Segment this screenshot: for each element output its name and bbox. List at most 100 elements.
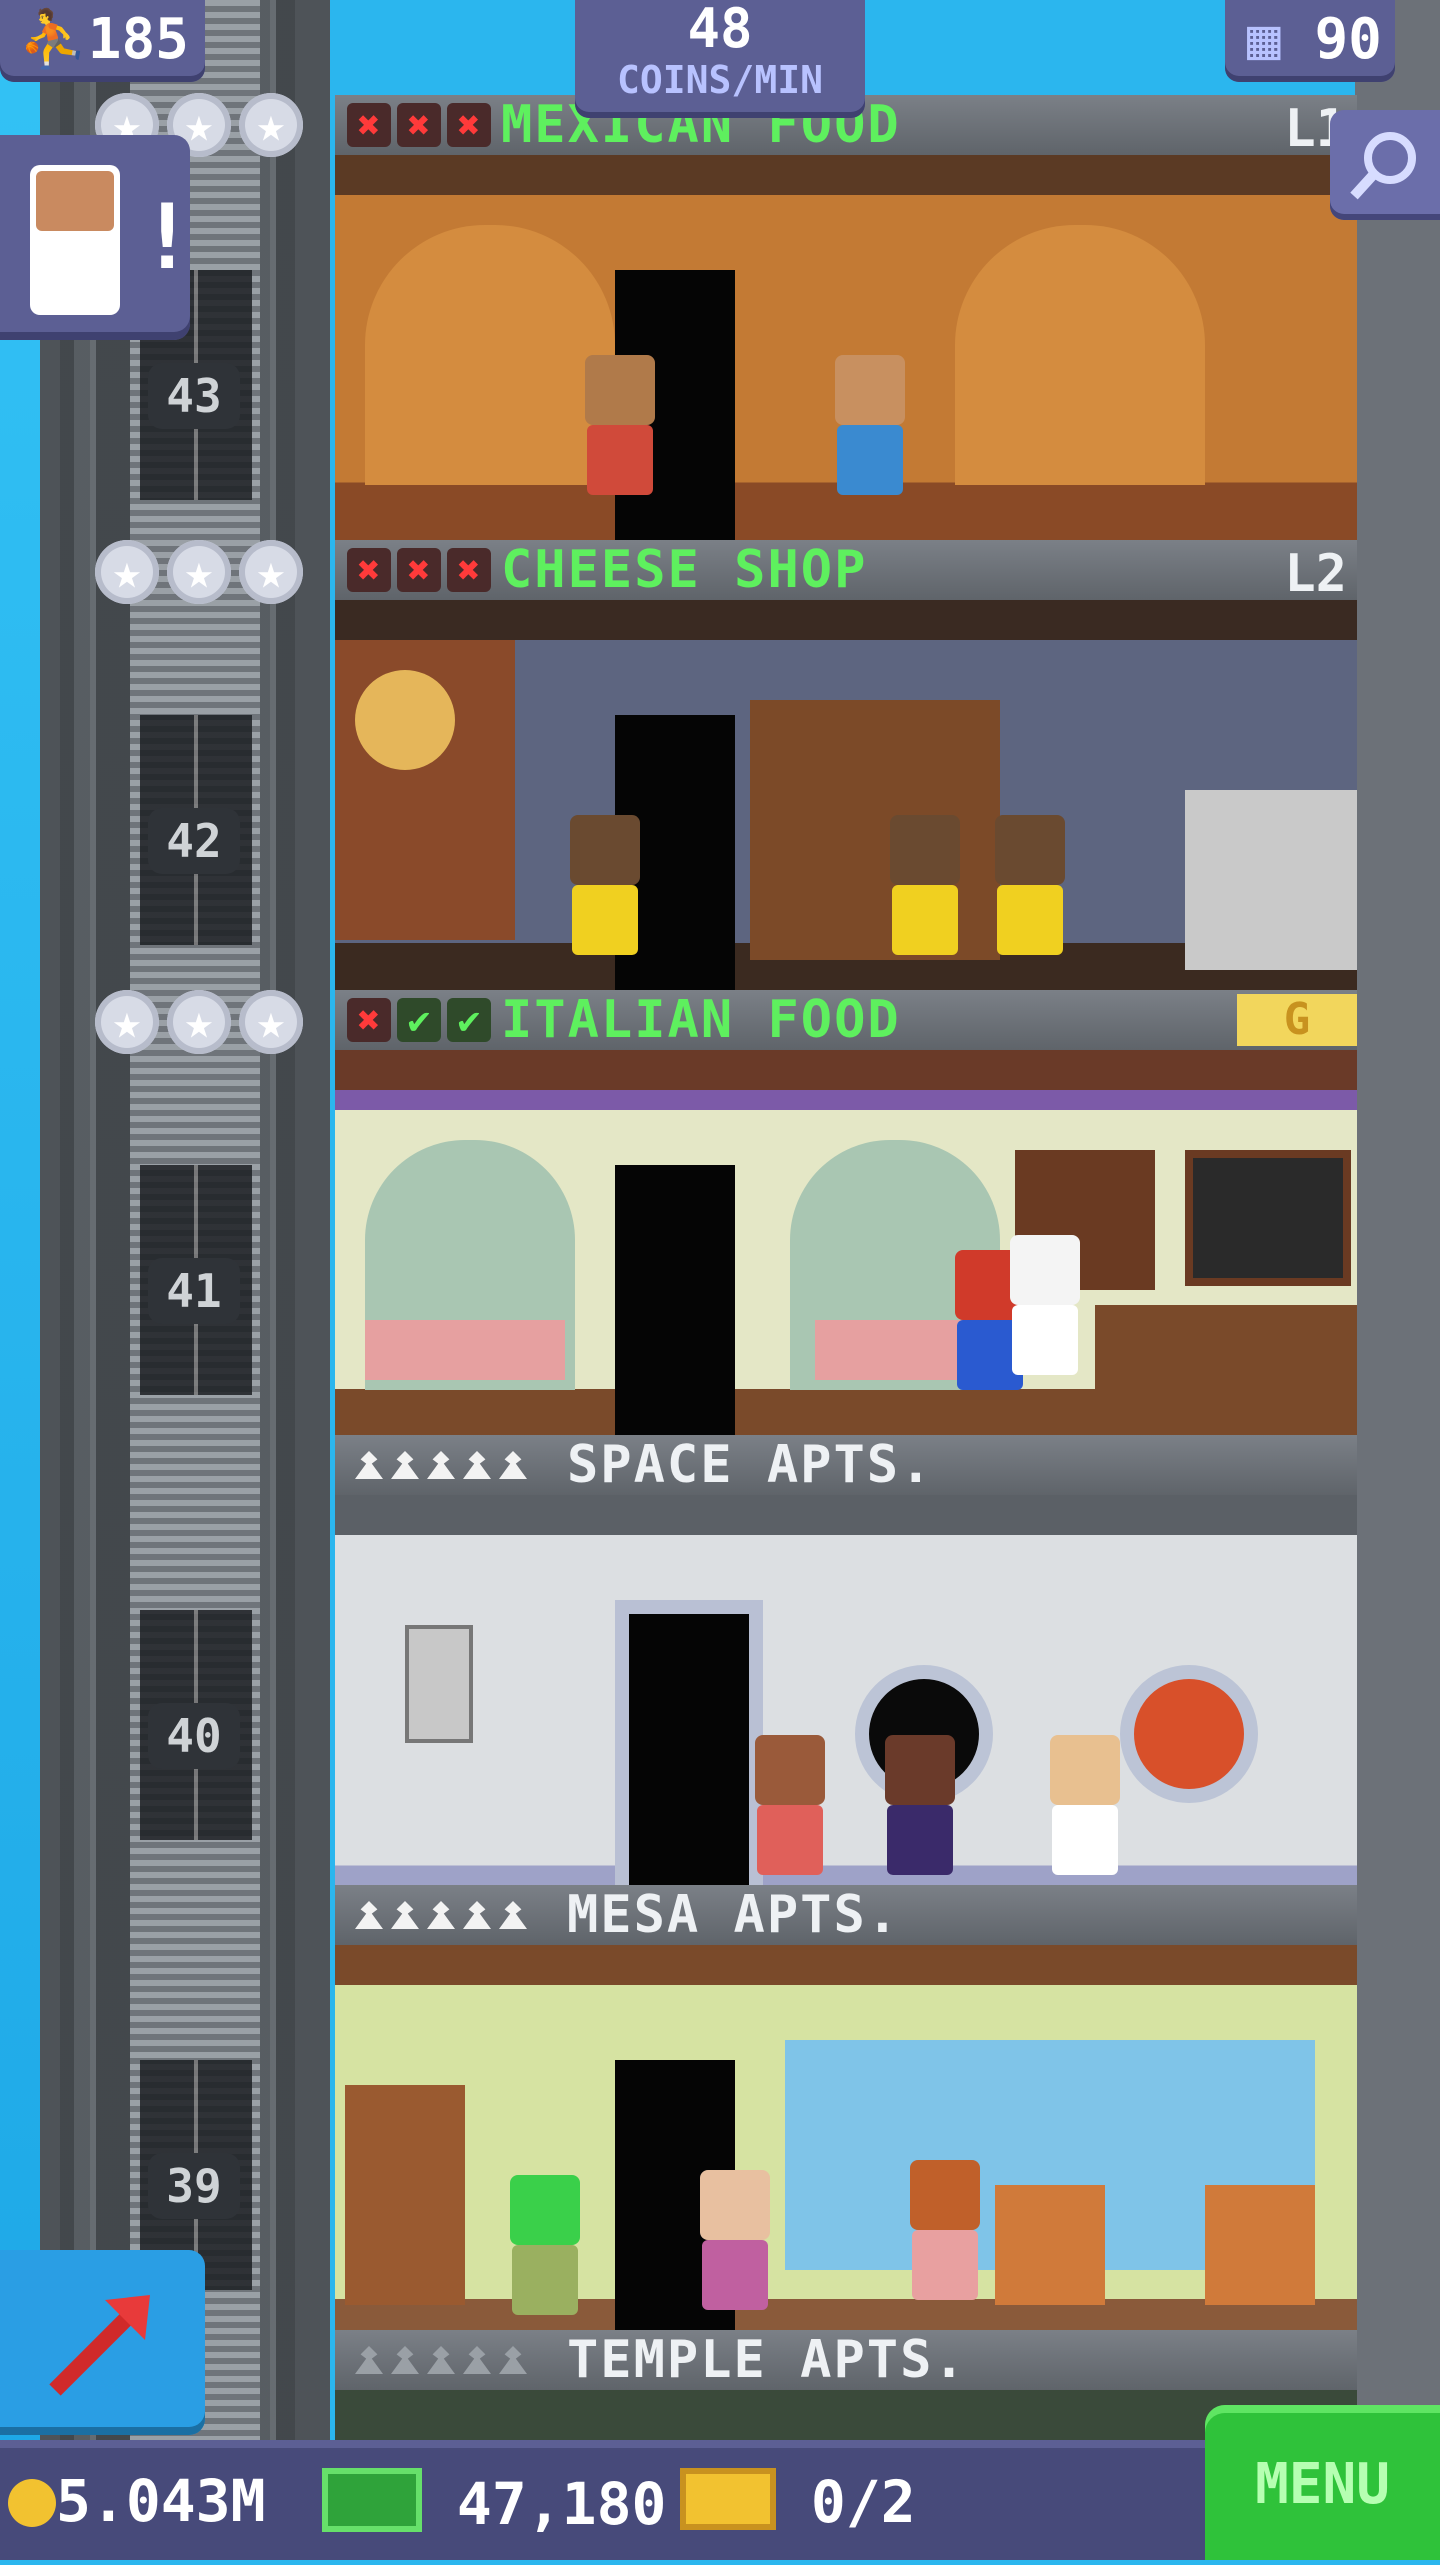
resident-icon [391, 2346, 419, 2374]
floor-header: MESA APTS. [335, 1885, 1357, 1945]
resident-icon [499, 1451, 527, 1479]
bitizen[interactable] [900, 2160, 990, 2310]
bitizen[interactable] [575, 355, 665, 505]
bitizen[interactable] [500, 2175, 590, 2325]
coins-per-min-value: 48 [687, 0, 753, 60]
bitizen[interactable] [745, 1735, 835, 1885]
vip-elevator-button[interactable] [0, 2250, 205, 2435]
resident-icon [427, 1901, 455, 1929]
star-icon: ★ [167, 540, 231, 604]
bitizen[interactable] [985, 815, 1075, 965]
stock-full-icon: ✔ [447, 998, 491, 1042]
resident-icon [463, 2346, 491, 2374]
stock-full-icon: ✔ [397, 998, 441, 1042]
counter [1185, 790, 1357, 970]
stock-indicators: ✖ ✖ ✖ [347, 103, 491, 147]
counter [1095, 1305, 1357, 1405]
floor-mexican-food[interactable]: ✖ ✖ ✖ MEXICAN FOOD L1 [335, 95, 1357, 540]
arch [955, 225, 1205, 485]
room-door [615, 1600, 763, 1885]
resident-icon [499, 1901, 527, 1929]
floor-temple-apts[interactable]: TEMPLE APTS. [335, 2330, 1357, 2440]
population-counter[interactable]: ⛹185 [0, 0, 205, 82]
floor-stars: ★ ★ ★ [95, 990, 303, 1060]
stock-empty-icon: ✖ [397, 103, 441, 147]
stock-empty-icon: ✖ [347, 548, 391, 592]
star-icon: ★ [239, 540, 303, 604]
room-interior [335, 600, 1357, 990]
floor-name: TEMPLE APTS. [567, 2330, 967, 2390]
bitizen[interactable] [1040, 1735, 1130, 1885]
sky [0, 0, 40, 2560]
resident-icon [355, 1451, 383, 1479]
cheese-wheel [355, 670, 455, 770]
floor-number: 43 [148, 363, 240, 429]
room-interior [335, 1495, 1357, 1885]
floor-stars: ★ ★ ★ [95, 540, 303, 610]
floor-name: SPACE APTS. [567, 1435, 934, 1495]
resident-icon [391, 1901, 419, 1929]
bux-display[interactable]: 47,180 [322, 2468, 666, 2537]
menu-button[interactable]: MENU [1205, 2405, 1440, 2560]
star-icon: ★ [95, 540, 159, 604]
notification-button[interactable]: ! [0, 135, 194, 340]
floor-name: CHEESE SHOP [501, 540, 868, 600]
resident-icon [427, 1451, 455, 1479]
bitizen[interactable] [875, 1735, 965, 1885]
star-icon: ★ [95, 990, 159, 1054]
resident-indicators [355, 1901, 527, 1929]
resident-icon [391, 1451, 419, 1479]
floor-counter[interactable]: ▦ 90 [1225, 0, 1395, 82]
building-icon: ▦ [1247, 7, 1281, 72]
menu-chalkboard [1185, 1150, 1351, 1286]
avatar-face [36, 171, 114, 231]
floor-header: SPACE APTS. [335, 1435, 1357, 1495]
floor-space-apts[interactable]: SPACE APTS. [335, 1435, 1357, 1885]
resident-indicators [355, 1451, 527, 1479]
search-icon [1350, 132, 1416, 200]
star-icon: ★ [167, 990, 231, 1054]
coins-per-min-label: COINS/MIN [617, 58, 823, 102]
stock-empty-icon: ✖ [447, 548, 491, 592]
floor-mesa-apts[interactable]: MESA APTS. [335, 1885, 1357, 2330]
stock-empty-icon: ✖ [347, 998, 391, 1042]
tickets-display[interactable]: 0/2 [680, 2468, 916, 2535]
room-interior [335, 1050, 1357, 1435]
floor-number: 40 [148, 1703, 240, 1769]
stock-empty-icon: ✖ [397, 548, 441, 592]
floor-level: L2 [1284, 544, 1347, 604]
armchair [995, 2185, 1105, 2305]
bitizen[interactable] [1000, 1235, 1090, 1385]
search-button[interactable] [1330, 110, 1440, 220]
floor-number: 42 [148, 808, 240, 874]
stock-indicators: ✖ ✔ ✔ [347, 998, 491, 1042]
floor-name: MESA APTS. [567, 1885, 901, 1945]
stock-indicators: ✖ ✖ ✖ [347, 548, 491, 592]
bitizen[interactable] [825, 355, 915, 505]
floor-header: ✖ ✔ ✔ ITALIAN FOOD G [335, 990, 1357, 1050]
floor-italian-food[interactable]: ✖ ✔ ✔ ITALIAN FOOD G [335, 990, 1357, 1435]
resident-icon [463, 1451, 491, 1479]
bitizen[interactable] [560, 815, 650, 965]
coins-display[interactable]: 5.043M [8, 2468, 266, 2534]
room-interior [335, 1945, 1357, 2330]
resident-icon [499, 2346, 527, 2374]
arrow-icon [49, 2295, 150, 2396]
bookshelf [345, 2085, 465, 2305]
population-value: 185 [87, 7, 189, 72]
tower-wall-right [1355, 0, 1440, 2440]
resident-icon [355, 2346, 383, 2374]
floor-cheese-shop[interactable]: ✖ ✖ ✖ CHEESE SHOP L2 [335, 540, 1357, 990]
stock-empty-icon: ✖ [347, 103, 391, 147]
floor-header: ✖ ✖ ✖ CHEESE SHOP L2 [335, 540, 1357, 604]
resident-indicators [355, 2346, 527, 2374]
resident-icon [355, 1901, 383, 1929]
floor-header: TEMPLE APTS. [335, 2330, 1357, 2390]
floor-name: ITALIAN FOOD [501, 990, 901, 1050]
bitizen[interactable] [690, 2170, 780, 2320]
table [365, 1320, 565, 1380]
room-door [615, 1165, 735, 1435]
tickets-value: 0/2 [810, 2468, 916, 2536]
bitizen[interactable] [880, 815, 970, 965]
stock-empty-icon: ✖ [447, 103, 491, 147]
